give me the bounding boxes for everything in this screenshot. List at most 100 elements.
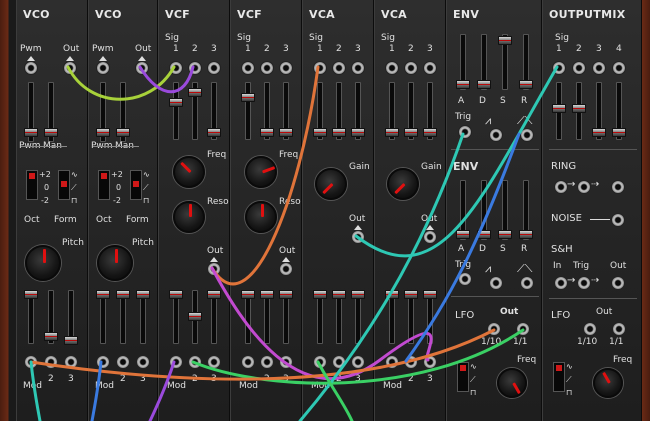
lfo2-out-jack-fast[interactable]: [612, 322, 626, 336]
env-out-jack-1[interactable]: [489, 128, 503, 142]
mix-jack-4[interactable]: [612, 61, 626, 75]
mod-slider-2[interactable]: [260, 290, 274, 299]
sig-jack-3[interactable]: [423, 61, 437, 75]
ring-in-jack-2[interactable]: [577, 180, 591, 194]
mix-jack-1[interactable]: [552, 61, 566, 75]
mod-jack-2[interactable]: [332, 355, 346, 369]
pwm-input-jack[interactable]: [24, 61, 38, 75]
lfo-wave-switch[interactable]: [457, 362, 469, 392]
mod-slider-3[interactable]: [423, 290, 437, 299]
mod-slider-1[interactable]: [96, 290, 110, 299]
pitch-knob[interactable]: [97, 245, 133, 281]
sig-slider-2[interactable]: [404, 128, 418, 137]
mix-slider-2[interactable]: [572, 104, 586, 113]
out-jack[interactable]: [423, 230, 437, 244]
sustain-slider[interactable]: [498, 36, 512, 45]
mix-jack-3[interactable]: [592, 61, 606, 75]
oct-switch[interactable]: [26, 170, 38, 200]
sig-jack-2[interactable]: [188, 61, 202, 75]
ring-out-jack[interactable]: [611, 180, 625, 194]
sig-jack-1[interactable]: [313, 61, 327, 75]
form-switch[interactable]: [130, 170, 142, 200]
mod-jack-3[interactable]: [64, 355, 78, 369]
lfo2-freq-knob[interactable]: [593, 368, 623, 398]
trig-jack[interactable]: [458, 125, 472, 139]
lfo2-out-jack-slow[interactable]: [583, 322, 597, 336]
mix-slider-4[interactable]: [612, 128, 626, 137]
out-jack[interactable]: [135, 61, 149, 75]
mod-jack-2[interactable]: [116, 355, 130, 369]
sig-slider-1[interactable]: [241, 93, 255, 102]
out-jack[interactable]: [63, 61, 77, 75]
mod-slider-3[interactable]: [207, 290, 221, 299]
mod-slider-1[interactable]: [241, 290, 255, 299]
mod-slider-2[interactable]: [44, 332, 58, 341]
env2-out-jack-1[interactable]: [489, 276, 503, 290]
release-slider[interactable]: [519, 80, 533, 89]
sh-trig-jack[interactable]: [577, 276, 591, 290]
sig-jack-1[interactable]: [241, 61, 255, 75]
sig-slider-3[interactable]: [279, 128, 293, 137]
sig-slider-3[interactable]: [423, 128, 437, 137]
out-jack[interactable]: [207, 262, 221, 276]
mod-slider-1[interactable]: [313, 290, 327, 299]
attack-slider[interactable]: [456, 80, 470, 89]
sig-jack-2[interactable]: [404, 61, 418, 75]
sig-slider-1[interactable]: [313, 128, 327, 137]
sig-jack-2[interactable]: [332, 61, 346, 75]
mix-slider-1[interactable]: [552, 104, 566, 113]
lfo-out-jack-fast[interactable]: [516, 322, 530, 336]
lfo2-wave-switch[interactable]: [553, 362, 565, 392]
form-switch[interactable]: [58, 170, 70, 200]
man-slider[interactable]: [116, 128, 130, 137]
sig-slider-1[interactable]: [169, 98, 183, 107]
freq-knob[interactable]: [173, 156, 205, 188]
pwm-slider[interactable]: [24, 128, 38, 137]
mod-jack-2[interactable]: [404, 355, 418, 369]
sig-jack-2[interactable]: [260, 61, 274, 75]
mod-jack-2[interactable]: [260, 355, 274, 369]
mod-jack-1[interactable]: [96, 355, 110, 369]
mod-slider-1[interactable]: [24, 290, 38, 299]
decay-slider-2[interactable]: [477, 230, 491, 239]
mod-jack-3[interactable]: [423, 355, 437, 369]
man-slider[interactable]: [44, 128, 58, 137]
mod-jack-1[interactable]: [24, 355, 38, 369]
gain-knob[interactable]: [387, 168, 419, 200]
env2-out-jack-2[interactable]: [520, 276, 534, 290]
sig-jack-3[interactable]: [351, 61, 365, 75]
mod-jack-3[interactable]: [207, 355, 221, 369]
mod-jack-2[interactable]: [188, 355, 202, 369]
mod-slider-2[interactable]: [188, 312, 202, 321]
noise-out-jack[interactable]: [611, 213, 625, 227]
lfo-out-jack-slow[interactable]: [487, 322, 501, 336]
mod-jack-1[interactable]: [385, 355, 399, 369]
trig-jack-2[interactable]: [458, 272, 472, 286]
sig-jack-1[interactable]: [169, 61, 183, 75]
sh-in-jack[interactable]: [554, 276, 568, 290]
sustain-slider-2[interactable]: [498, 230, 512, 239]
pwm-slider[interactable]: [96, 128, 110, 137]
mix-slider-3[interactable]: [592, 128, 606, 137]
sig-slider-2[interactable]: [332, 128, 346, 137]
sig-slider-2[interactable]: [188, 88, 202, 97]
mod-slider-2[interactable]: [404, 290, 418, 299]
out-jack[interactable]: [351, 230, 365, 244]
mix-jack-2[interactable]: [572, 61, 586, 75]
pitch-knob[interactable]: [25, 245, 61, 281]
mod-slider-3[interactable]: [136, 290, 150, 299]
decay-slider[interactable]: [477, 80, 491, 89]
mod-jack-3[interactable]: [351, 355, 365, 369]
mod-slider-3[interactable]: [64, 336, 78, 345]
mod-slider-1[interactable]: [385, 290, 399, 299]
sig-slider-3[interactable]: [351, 128, 365, 137]
sig-slider-3[interactable]: [207, 128, 221, 137]
mod-jack-2[interactable]: [44, 355, 58, 369]
gain-knob[interactable]: [315, 168, 347, 200]
sig-slider-1[interactable]: [385, 128, 399, 137]
sig-jack-3[interactable]: [207, 61, 221, 75]
ring-in-jack-1[interactable]: [554, 180, 568, 194]
mod-slider-1[interactable]: [169, 290, 183, 299]
attack-slider-2[interactable]: [456, 230, 470, 239]
reso-knob[interactable]: [173, 201, 205, 233]
